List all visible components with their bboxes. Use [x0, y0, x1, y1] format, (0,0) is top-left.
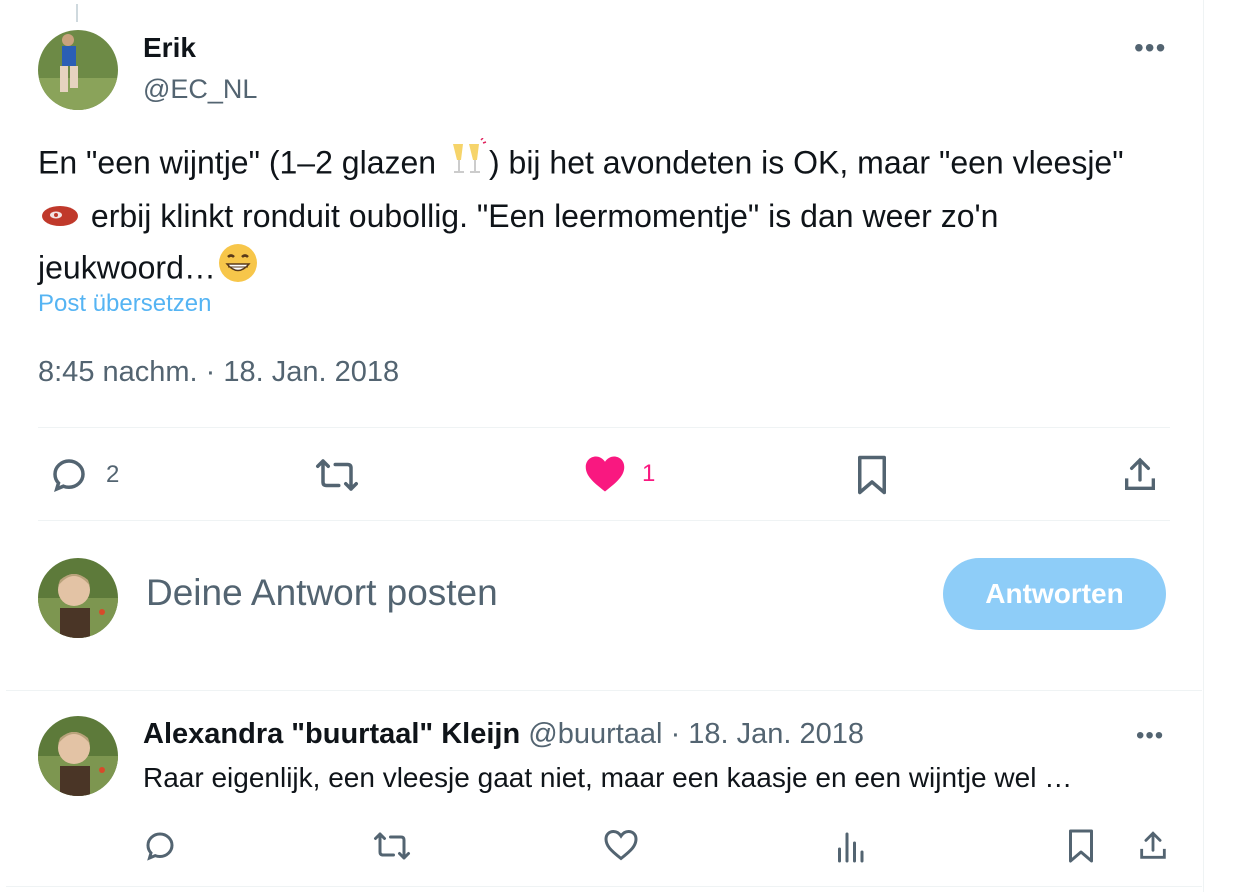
like-button[interactable]: 1 — [584, 454, 655, 494]
repost-icon — [316, 459, 358, 491]
reply-views-button[interactable] — [834, 828, 866, 864]
translate-post-link[interactable]: Post übersetzen — [38, 290, 211, 318]
tweet-text-part: erbij klinkt ronduit oubollig. "Een leer… — [38, 198, 999, 286]
reply-repost-button[interactable] — [372, 828, 412, 864]
reply-date[interactable]: · 18. Jan. 2018 — [671, 718, 864, 750]
reply-count: 2 — [106, 461, 120, 488]
author-avatar[interactable] — [38, 30, 118, 110]
clinking-glasses-icon — [447, 136, 487, 192]
author-handle[interactable]: @EC_NL — [143, 74, 257, 105]
reply-reply-button[interactable] — [142, 828, 178, 864]
tweet-text-part: En "een wijntje" (1–2 glazen — [38, 144, 445, 181]
reply-header: Alexandra "buurtaal" Kleijn @buurtaal · … — [143, 718, 864, 751]
reply-button[interactable]: 2 — [48, 454, 119, 496]
author-name[interactable]: Erik — [143, 32, 196, 64]
reply-text: Raar eigenlijk, een vleesje gaat niet, m… — [143, 762, 1073, 793]
reply-input[interactable]: Deine Antwort posten — [146, 572, 498, 614]
reply-submit-button[interactable]: Antworten — [943, 558, 1166, 630]
divider — [38, 427, 1170, 428]
bookmark-button[interactable] — [855, 454, 889, 496]
reply-icon — [146, 832, 174, 861]
reply-bookmark-button[interactable] — [1066, 828, 1096, 864]
divider — [6, 886, 1202, 887]
post-timestamp[interactable]: 8:45 nachm. · 18. Jan. 2018 — [38, 356, 399, 389]
repost-icon — [374, 832, 410, 860]
share-icon — [1140, 831, 1166, 859]
repost-button[interactable] — [314, 454, 360, 496]
reply-like-button[interactable] — [603, 828, 639, 862]
post-detail-frame — [0, 0, 1204, 892]
reply-author-handle[interactable]: @buurtaal — [528, 718, 662, 750]
divider — [6, 690, 1202, 691]
like-count: 1 — [642, 460, 656, 487]
divider — [38, 520, 1170, 521]
bookmark-icon — [1069, 829, 1093, 863]
reply-icon — [53, 459, 85, 493]
current-user-avatar[interactable] — [38, 558, 118, 638]
reply-share-button[interactable] — [1136, 828, 1170, 864]
steak-icon — [40, 194, 80, 243]
bookmark-icon — [858, 455, 886, 495]
reply-author-avatar[interactable] — [38, 716, 118, 796]
more-options-icon[interactable]: ••• — [1134, 32, 1166, 64]
reply-author-name[interactable]: Alexandra "buurtaal" Kleijn — [143, 718, 520, 750]
share-button[interactable] — [1120, 454, 1160, 496]
tweet-text: En "een wijntje" (1–2 glazen ) bij het a… — [38, 136, 1158, 297]
heart-icon — [604, 829, 638, 861]
views-icon — [838, 832, 864, 863]
heart-filled-icon — [585, 456, 625, 492]
grinning-face-icon — [218, 243, 258, 297]
tweet-text-part: ) bij het avondeten is OK, maar "een vle… — [488, 144, 1124, 181]
thread-connector-line — [76, 4, 78, 22]
share-icon — [1125, 457, 1155, 490]
reply-more-options-icon[interactable]: ••• — [1136, 722, 1164, 750]
